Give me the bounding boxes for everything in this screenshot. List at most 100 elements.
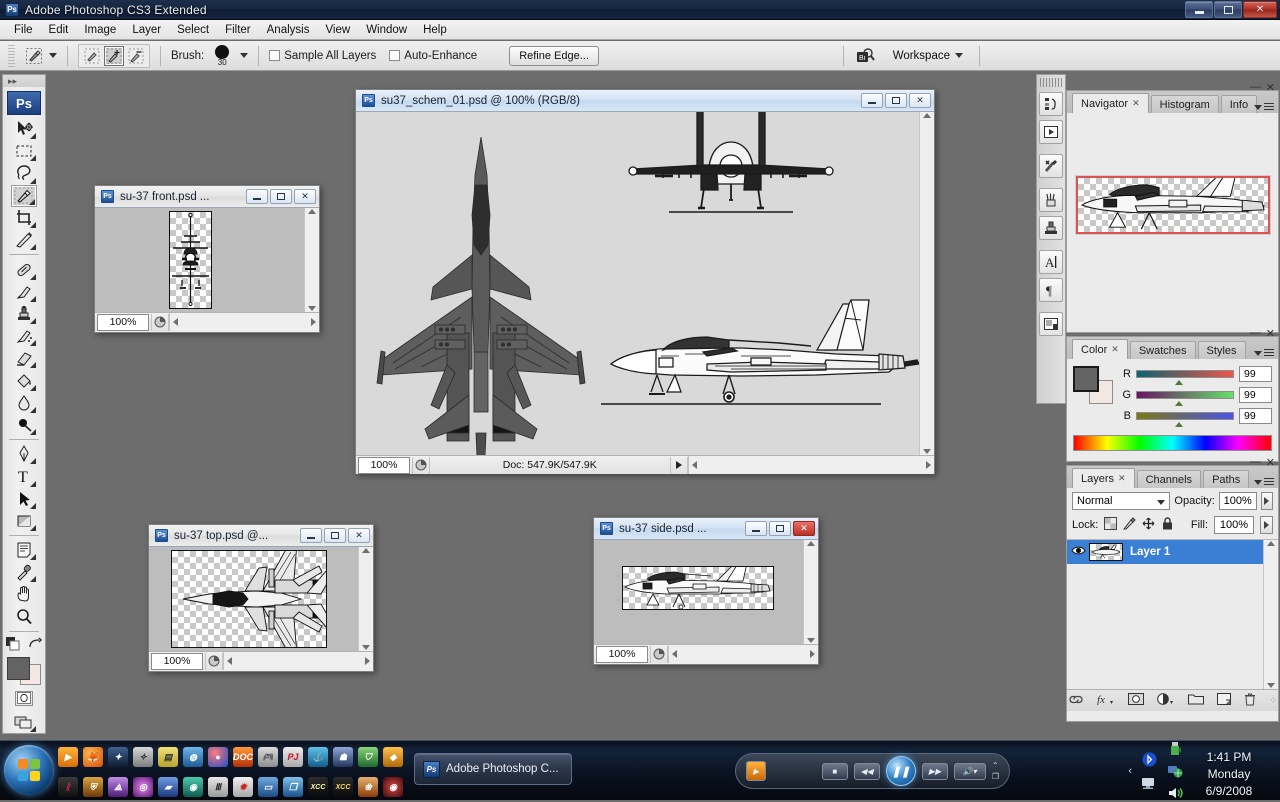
scroll-up-icon[interactable] xyxy=(923,113,931,118)
foreground-color-swatch[interactable] xyxy=(7,656,30,680)
layers-vertical-scrollbar[interactable] xyxy=(1263,540,1278,689)
lasso-tool[interactable] xyxy=(11,162,37,184)
xcc-icon[interactable]: XCC xyxy=(308,777,328,797)
document-title-bar[interactable]: Ps su-37 top.psd @... ✕ xyxy=(149,525,373,547)
minimize-button[interactable] xyxy=(1185,1,1213,18)
scroll-down-icon[interactable] xyxy=(807,638,815,643)
subtract-from-selection-button[interactable] xyxy=(126,46,146,66)
panel-minimize-icon[interactable]: — xyxy=(1250,456,1261,469)
close-button[interactable]: ✕ xyxy=(1243,1,1277,18)
document-close-button[interactable]: ✕ xyxy=(294,189,316,204)
scroll-up-icon[interactable] xyxy=(807,541,815,546)
panel-close-icon[interactable]: ✕ xyxy=(1266,456,1275,469)
add-to-selection-button[interactable] xyxy=(104,45,124,66)
menu-edit[interactable]: Edit xyxy=(41,22,77,38)
media-player-icon[interactable]: ▶ xyxy=(58,747,78,767)
tool-preset-caret-icon[interactable] xyxy=(49,53,57,58)
document-title-bar[interactable]: Ps su-37 front.psd ... ✕ xyxy=(95,186,319,208)
panel-menu-icon[interactable] xyxy=(1254,349,1274,357)
resize-grip-icon[interactable]: ⁘ xyxy=(1269,695,1277,706)
menu-window[interactable]: Window xyxy=(358,22,415,38)
healing-brush-tool[interactable] xyxy=(11,258,37,280)
app27-icon[interactable]: ❀ xyxy=(358,777,378,797)
document-window-su37-front[interactable]: Ps su-37 front.psd ... ✕ 100% xyxy=(94,185,320,333)
previous-button[interactable]: ◀◀ xyxy=(853,762,880,780)
lock-all-icon[interactable] xyxy=(1161,517,1174,533)
document-close-button[interactable]: ✕ xyxy=(348,528,370,543)
scroll-right-icon[interactable] xyxy=(311,318,316,326)
app3-icon[interactable]: ✦ xyxy=(108,747,128,767)
brush-tool[interactable] xyxy=(11,281,37,303)
layer-comps-panel-icon[interactable] xyxy=(1039,312,1063,336)
app16-icon[interactable]: ⛨ xyxy=(83,777,103,797)
layer-style-icon[interactable]: fx xyxy=(1097,693,1115,708)
scroll-down-icon[interactable] xyxy=(1267,683,1275,688)
move-tool[interactable] xyxy=(11,118,37,140)
canvas-area[interactable] xyxy=(594,540,818,644)
close-icon[interactable]: ✕ xyxy=(1111,344,1119,355)
canvas-area[interactable] xyxy=(149,547,373,651)
actions-panel-icon[interactable] xyxy=(1039,120,1063,144)
zoom-level-field[interactable]: 100% xyxy=(97,313,149,331)
crop-tool[interactable] xyxy=(11,207,37,229)
scroll-right-icon[interactable] xyxy=(365,657,370,665)
delete-layer-icon[interactable] xyxy=(1244,693,1256,709)
layer-visibility-icon[interactable] xyxy=(1067,545,1089,559)
eraser-tool[interactable] xyxy=(11,347,37,369)
scroll-left-icon[interactable] xyxy=(227,657,232,665)
table-row[interactable]: Layer 1 xyxy=(1067,540,1278,564)
scroll-down-icon[interactable] xyxy=(362,645,370,650)
scroll-left-icon[interactable] xyxy=(691,461,697,469)
document-title-bar[interactable]: Ps su-37 side.psd ... ✕ xyxy=(594,518,818,540)
dock-grip[interactable] xyxy=(1040,78,1062,87)
app15-icon[interactable]: ᚱ xyxy=(58,777,78,797)
play-pause-button[interactable]: ❚❚ xyxy=(885,756,916,786)
bluetooth-icon[interactable] xyxy=(1140,751,1158,769)
document-window-su37-schem[interactable]: Ps su37_schem_01.psd @ 100% (RGB/8) ✕ 10… xyxy=(355,89,935,474)
canvas-area[interactable] xyxy=(95,208,319,312)
workspace-menu[interactable]: Workspace xyxy=(893,50,963,62)
panel-close-icon[interactable]: ✕ xyxy=(1266,81,1275,94)
gamepad-icon[interactable]: 🎮 xyxy=(258,747,278,767)
go-to-bridge-icon[interactable]: Br xyxy=(854,46,876,66)
preview-options-icon[interactable] xyxy=(412,456,430,474)
preview-options-icon[interactable] xyxy=(205,652,223,670)
tab-histogram[interactable]: Histogram xyxy=(1150,95,1219,113)
pjt-icon[interactable]: PJ xyxy=(283,747,303,767)
character-panel-icon[interactable]: A xyxy=(1039,250,1063,274)
auto-enhance-checkbox[interactable]: Auto-Enhance xyxy=(389,50,477,62)
path-selection-tool[interactable] xyxy=(11,488,37,510)
app28-icon[interactable]: ◉ xyxy=(383,777,403,797)
menu-analysis[interactable]: Analysis xyxy=(259,22,318,38)
media-launch-icon[interactable]: ▶ xyxy=(746,761,766,781)
canvas-vertical-scrollbar[interactable] xyxy=(358,547,373,651)
document-maximize-button[interactable] xyxy=(270,189,292,204)
eyedropper-tool[interactable] xyxy=(11,561,37,583)
app6-icon[interactable]: ◍ xyxy=(183,747,203,767)
channel-value-r[interactable]: 99 xyxy=(1239,366,1272,382)
document-minimize-button[interactable] xyxy=(300,528,322,543)
history-brush-tool[interactable] xyxy=(11,325,37,347)
firefox-icon[interactable]: 🦊 xyxy=(83,747,103,767)
panel-close-icon[interactable]: ✕ xyxy=(1266,327,1275,340)
toolbox-collapse-handle[interactable]: ▸▸ xyxy=(3,75,45,88)
app18-icon[interactable]: ◎ xyxy=(133,777,153,797)
brush-dropdown-caret-icon[interactable] xyxy=(240,53,249,58)
zoom-tool[interactable] xyxy=(11,606,37,628)
canvas-vertical-scrollbar[interactable] xyxy=(803,540,818,644)
scroll-left-icon[interactable] xyxy=(173,318,178,326)
new-group-icon[interactable] xyxy=(1188,693,1205,708)
layer-mask-icon[interactable] xyxy=(1128,693,1145,708)
channel-slider-r[interactable] xyxy=(1136,370,1234,385)
scroll-up-icon[interactable] xyxy=(362,548,370,553)
channel-slider-b[interactable] xyxy=(1136,412,1234,427)
default-colors-icon[interactable] xyxy=(6,636,20,651)
history-panel-icon[interactable] xyxy=(1039,92,1063,116)
display-settings-icon[interactable] xyxy=(1140,774,1158,792)
network-icon[interactable] xyxy=(1166,762,1184,780)
canvas-vertical-scrollbar[interactable] xyxy=(919,112,934,455)
app11-icon[interactable]: ⚓ xyxy=(308,747,328,767)
deskband-restore-icon[interactable]: ❐ xyxy=(992,772,999,781)
scroll-down-icon[interactable] xyxy=(923,449,931,454)
app24-icon[interactable]: ❐ xyxy=(283,777,303,797)
